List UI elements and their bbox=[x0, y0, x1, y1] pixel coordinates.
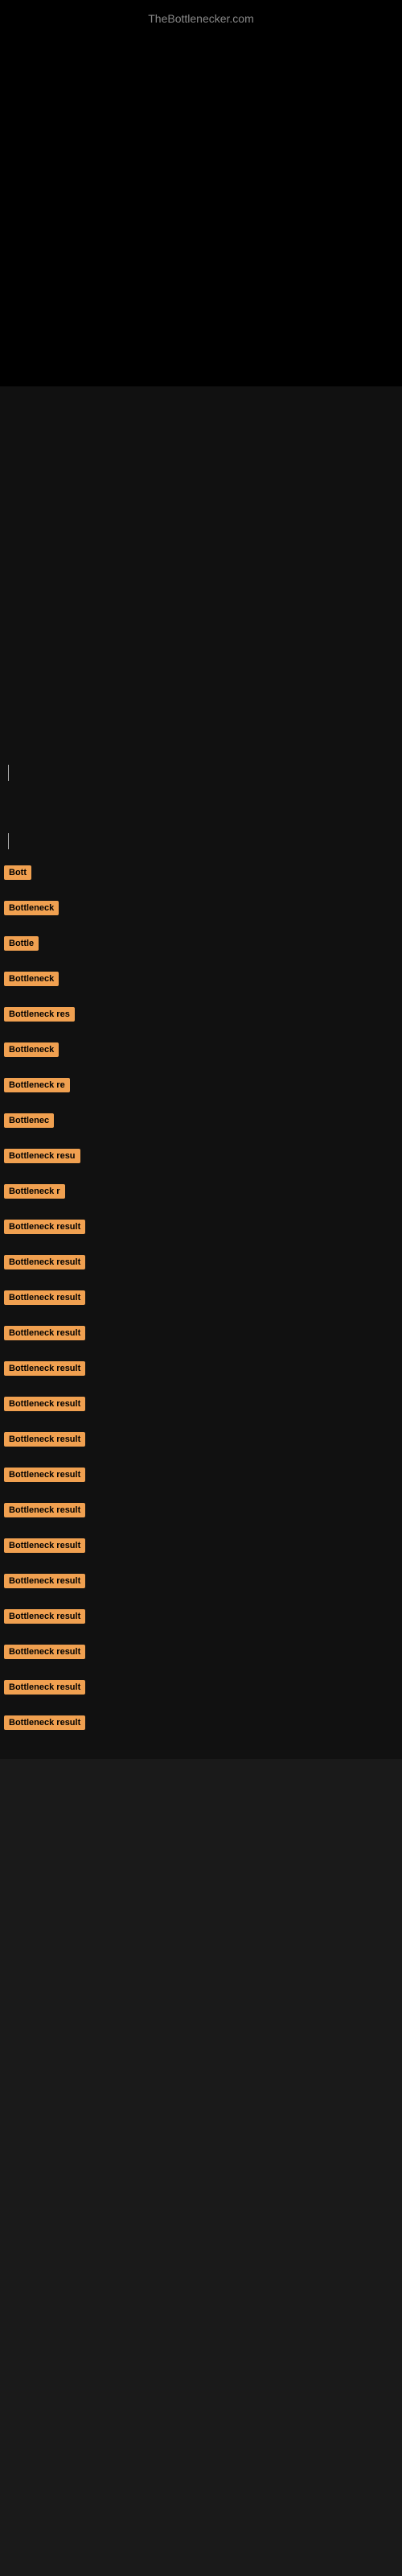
bottleneck-badge-14: Bottleneck result bbox=[4, 1326, 85, 1340]
badge-row-3: Bottle bbox=[0, 936, 402, 951]
bottleneck-badge-3: Bottle bbox=[4, 936, 39, 951]
bottleneck-badge-18: Bottleneck result bbox=[4, 1468, 85, 1482]
bottleneck-badge-16: Bottleneck result bbox=[4, 1397, 85, 1411]
badge-row-11: Bottleneck result bbox=[0, 1220, 402, 1234]
bottleneck-badge-13: Bottleneck result bbox=[4, 1290, 85, 1305]
badge-row-20: Bottleneck result bbox=[0, 1538, 402, 1553]
bottleneck-badge-1: Bott bbox=[4, 865, 31, 880]
bottleneck-badge-12: Bottleneck result bbox=[4, 1255, 85, 1269]
bottleneck-badge-15: Bottleneck result bbox=[4, 1361, 85, 1376]
bottleneck-badge-21: Bottleneck result bbox=[4, 1574, 85, 1588]
bottleneck-badge-22: Bottleneck result bbox=[4, 1609, 85, 1624]
bottleneck-badge-10: Bottleneck r bbox=[4, 1184, 65, 1199]
badge-row-18: Bottleneck result bbox=[0, 1468, 402, 1482]
badge-row-7: Bottleneck re bbox=[0, 1078, 402, 1092]
bottleneck-badge-5: Bottleneck res bbox=[4, 1007, 75, 1022]
badge-row-10: Bottleneck r bbox=[0, 1184, 402, 1199]
bottleneck-badge-25: Bottleneck result bbox=[4, 1715, 85, 1730]
badge-row-19: Bottleneck result bbox=[0, 1503, 402, 1517]
cursor-indicator-2 bbox=[8, 833, 9, 849]
bottleneck-badge-20: Bottleneck result bbox=[4, 1538, 85, 1553]
badge-row-24: Bottleneck result bbox=[0, 1680, 402, 1695]
badge-row-8: Bottlenec bbox=[0, 1113, 402, 1128]
bottleneck-badge-9: Bottleneck resu bbox=[4, 1149, 80, 1163]
badge-row-9: Bottleneck resu bbox=[0, 1149, 402, 1163]
badge-row-12: Bottleneck result bbox=[0, 1255, 402, 1269]
bottleneck-badge-17: Bottleneck result bbox=[4, 1432, 85, 1447]
bottleneck-badge-11: Bottleneck result bbox=[4, 1220, 85, 1234]
badge-row-15: Bottleneck result bbox=[0, 1361, 402, 1376]
bottleneck-badge-6: Bottleneck bbox=[4, 1042, 59, 1057]
badge-row-6: Bottleneck bbox=[0, 1042, 402, 1057]
badge-row-16: Bottleneck result bbox=[0, 1397, 402, 1411]
chart-area bbox=[0, 0, 402, 386]
badge-row-2: Bottleneck bbox=[0, 901, 402, 915]
bottleneck-badge-24: Bottleneck result bbox=[4, 1680, 85, 1695]
bottleneck-badge-23: Bottleneck result bbox=[4, 1645, 85, 1659]
badge-row-22: Bottleneck result bbox=[0, 1609, 402, 1624]
bottleneck-badge-7: Bottleneck re bbox=[4, 1078, 70, 1092]
badge-row-25: Bottleneck result bbox=[0, 1715, 402, 1730]
badge-row-21: Bottleneck result bbox=[0, 1574, 402, 1588]
site-title: TheBottlenecker.com bbox=[0, 4, 402, 33]
badge-row-1: Bott bbox=[0, 865, 402, 880]
badge-row-14: Bottleneck result bbox=[0, 1326, 402, 1340]
badge-row-17: Bottleneck result bbox=[0, 1432, 402, 1447]
content-area: Bott Bottleneck Bottle Bottleneck Bottle… bbox=[0, 386, 402, 1759]
bottleneck-badge-2: Bottleneck bbox=[4, 901, 59, 915]
badge-row-13: Bottleneck result bbox=[0, 1290, 402, 1305]
bottleneck-badge-4: Bottleneck bbox=[4, 972, 59, 986]
bottleneck-badge-19: Bottleneck result bbox=[4, 1503, 85, 1517]
cursor-indicator-1 bbox=[8, 765, 9, 781]
badge-row-4: Bottleneck bbox=[0, 972, 402, 986]
badge-row-5: Bottleneck res bbox=[0, 1007, 402, 1022]
bottleneck-badge-8: Bottlenec bbox=[4, 1113, 54, 1128]
badge-row-23: Bottleneck result bbox=[0, 1645, 402, 1659]
